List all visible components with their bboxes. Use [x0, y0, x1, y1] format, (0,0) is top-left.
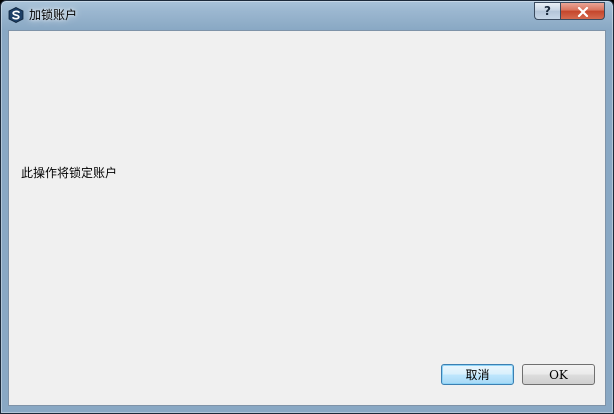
window-title: 加锁账户: [29, 8, 78, 22]
help-button[interactable]: ?: [534, 2, 560, 20]
ok-button-label: OK: [549, 367, 568, 382]
question-icon: ?: [544, 4, 551, 18]
cancel-button-label: 取消: [465, 368, 490, 382]
cancel-button[interactable]: 取消: [441, 364, 514, 385]
dialog-window: 加锁账户 ? 此操作将锁定账户 取消 OK: [0, 0, 614, 414]
dialog-content: 此操作将锁定账户 取消 OK: [8, 30, 606, 406]
ok-button[interactable]: OK: [522, 364, 595, 385]
close-button[interactable]: [560, 2, 605, 20]
dialog-message: 此操作将锁定账户: [21, 166, 118, 180]
title-bar[interactable]: 加锁账户 ?: [1, 1, 613, 29]
close-icon: [577, 2, 589, 21]
app-logo-icon: [8, 7, 24, 23]
